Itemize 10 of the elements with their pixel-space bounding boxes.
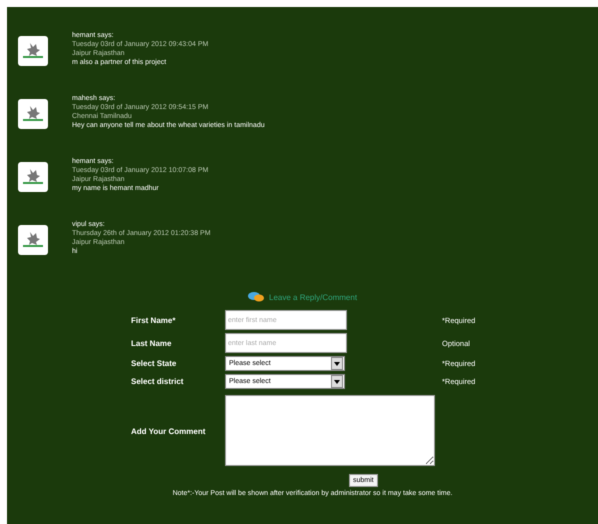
caret-icon: [334, 362, 340, 366]
field-label: Select State: [131, 359, 178, 368]
field-label: First Name*: [131, 316, 176, 324]
chat-bubbles-icon: [248, 292, 264, 302]
field-label: Last Name: [131, 338, 172, 348]
form-heading: Leave a Reply/Comment: [269, 292, 358, 302]
field-label: Select district: [131, 377, 184, 386]
field-label: Add Your Comment: [131, 427, 206, 436]
comment-field[interactable]: [225, 395, 435, 466]
caret-icon: [334, 380, 340, 384]
